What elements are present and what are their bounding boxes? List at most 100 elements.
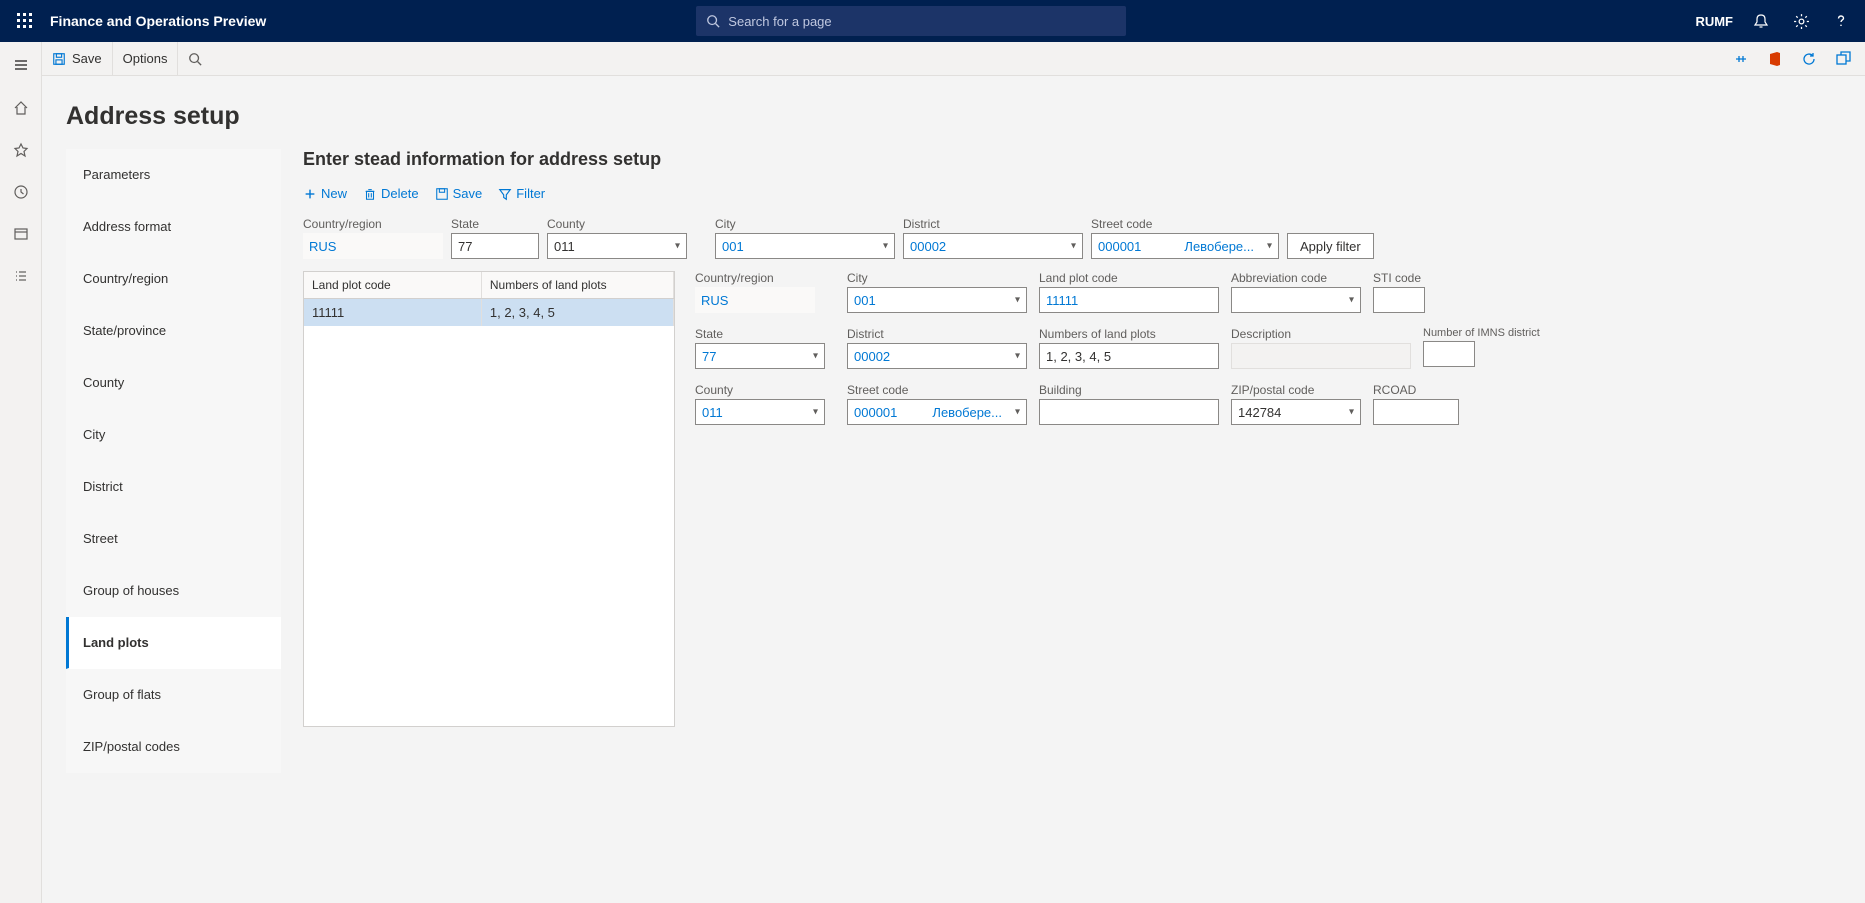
detail-streetcode-label: Street code bbox=[847, 383, 1027, 397]
filter-district-select[interactable]: ▾ bbox=[903, 233, 1083, 259]
delete-button[interactable]: Delete bbox=[363, 186, 419, 201]
detail-country-value: RUS bbox=[695, 287, 815, 313]
recent-icon[interactable] bbox=[0, 176, 42, 208]
detail-country-label: Country/region bbox=[695, 271, 835, 285]
filter-district-label: District bbox=[903, 217, 1083, 231]
detail-zip-select[interactable]: ▾ bbox=[1231, 399, 1361, 425]
filter-county-select[interactable]: ▾ bbox=[547, 233, 687, 259]
save-icon bbox=[52, 52, 66, 66]
office-icon[interactable] bbox=[1761, 45, 1789, 73]
options-button[interactable]: Options bbox=[113, 42, 179, 76]
land-plot-grid[interactable]: Land plot code Numbers of land plots 111… bbox=[303, 271, 675, 727]
detail-landplot-input[interactable] bbox=[1039, 287, 1219, 313]
detail-abbr-label: Abbreviation code bbox=[1231, 271, 1361, 285]
global-header: Finance and Operations Preview RUMF bbox=[0, 0, 1865, 42]
filter-city-select[interactable]: ▾ bbox=[715, 233, 895, 259]
vtab-street[interactable]: Street bbox=[66, 513, 281, 565]
new-button[interactable]: New bbox=[303, 186, 347, 201]
help-icon[interactable] bbox=[1821, 0, 1861, 42]
detail-desc-label: Description bbox=[1231, 327, 1411, 341]
page-title: Address setup bbox=[42, 76, 1865, 149]
filter-country-value: RUS bbox=[303, 233, 443, 259]
app-launcher-icon[interactable] bbox=[4, 0, 46, 42]
filter-streetcode-label: Street code bbox=[1091, 217, 1279, 231]
home-icon[interactable] bbox=[0, 92, 42, 124]
detail-numplots-label: Numbers of land plots bbox=[1039, 327, 1219, 341]
popout-icon[interactable] bbox=[1829, 45, 1857, 73]
chevron-down-icon: ▾ bbox=[1267, 241, 1272, 252]
settings-icon[interactable] bbox=[1781, 0, 1821, 42]
save-icon bbox=[435, 187, 449, 201]
global-search[interactable] bbox=[696, 6, 1126, 36]
detail-building-input[interactable] bbox=[1039, 399, 1219, 425]
filter-country-label: Country/region bbox=[303, 217, 443, 231]
filter-state-input[interactable] bbox=[451, 233, 539, 259]
attachments-icon[interactable] bbox=[1727, 45, 1755, 73]
save-label: Save bbox=[72, 51, 102, 66]
search-icon bbox=[188, 52, 202, 66]
vtab-state-province[interactable]: State/province bbox=[66, 305, 281, 357]
detail-abbr-select[interactable]: ▾ bbox=[1231, 287, 1361, 313]
detail-landplot-label: Land plot code bbox=[1039, 271, 1219, 285]
detail-county-label: County bbox=[695, 383, 835, 397]
filter-icon bbox=[498, 187, 512, 201]
filter-bar: Country/region RUS State County ▾ City ▾ bbox=[303, 217, 1845, 259]
detail-desc-input bbox=[1231, 343, 1411, 369]
detail-form: Country/region RUS City ▾ Land plot code bbox=[695, 271, 1845, 425]
detail-streetcode-select[interactable]: 000001 Левобере... ▾ bbox=[847, 399, 1027, 425]
vtab-city[interactable]: City bbox=[66, 409, 281, 461]
detail-district-label: District bbox=[847, 327, 1027, 341]
filter-state-label: State bbox=[451, 217, 539, 231]
detail-numplots-input[interactable] bbox=[1039, 343, 1219, 369]
notifications-icon[interactable] bbox=[1741, 0, 1781, 42]
detail-county-select[interactable]: ▾ bbox=[695, 399, 825, 425]
vtab-county[interactable]: County bbox=[66, 357, 281, 409]
vtab-group-of-houses[interactable]: Group of houses bbox=[66, 565, 281, 617]
vtab-address-format[interactable]: Address format bbox=[66, 201, 281, 253]
apply-filter-button[interactable]: Apply filter bbox=[1287, 233, 1374, 259]
content-save-button[interactable]: Save bbox=[435, 186, 483, 201]
vtab-country-region[interactable]: Country/region bbox=[66, 253, 281, 305]
grid-cell-plots[interactable]: 1, 2, 3, 4, 5 bbox=[481, 299, 673, 327]
refresh-icon[interactable] bbox=[1795, 45, 1823, 73]
vtab-group-of-flats[interactable]: Group of flats bbox=[66, 669, 281, 721]
user-label[interactable]: RUMF bbox=[1687, 14, 1741, 29]
favorites-icon[interactable] bbox=[0, 134, 42, 166]
content-column: Enter stead information for address setu… bbox=[293, 149, 1865, 727]
filter-city-label: City bbox=[715, 217, 895, 231]
options-label: Options bbox=[123, 51, 168, 66]
hamburger-icon[interactable] bbox=[0, 48, 42, 82]
grid-cell-code[interactable]: 11111 bbox=[304, 299, 481, 327]
filter-streetcode-select[interactable]: 000001 Левобере... ▾ bbox=[1091, 233, 1279, 259]
grid-col-plots[interactable]: Numbers of land plots bbox=[481, 272, 673, 299]
chevron-down-icon: ▾ bbox=[1015, 407, 1020, 418]
trash-icon bbox=[363, 187, 377, 201]
detail-imns-label: Number of IMNS district bbox=[1423, 327, 1540, 339]
detail-state-select[interactable]: ▾ bbox=[695, 343, 825, 369]
global-search-input[interactable] bbox=[728, 14, 1116, 29]
filter-county-label: County bbox=[547, 217, 687, 231]
grid-row[interactable]: 11111 1, 2, 3, 4, 5 bbox=[304, 299, 674, 327]
detail-city-select[interactable]: ▾ bbox=[847, 287, 1027, 313]
grid-col-code[interactable]: Land plot code bbox=[304, 272, 481, 299]
save-button[interactable]: Save bbox=[42, 42, 113, 76]
vtab-district[interactable]: District bbox=[66, 461, 281, 513]
vtab-land-plots[interactable]: Land plots bbox=[66, 617, 281, 669]
modules-icon[interactable] bbox=[0, 260, 42, 292]
detail-district-select[interactable]: ▾ bbox=[847, 343, 1027, 369]
detail-city-label: City bbox=[847, 271, 1027, 285]
nav-rail bbox=[0, 42, 42, 903]
page-search-button[interactable] bbox=[178, 42, 212, 76]
detail-rcoad-input[interactable] bbox=[1373, 399, 1459, 425]
detail-sti-label: STI code bbox=[1373, 271, 1425, 285]
detail-sti-input[interactable] bbox=[1373, 287, 1425, 313]
vtab-zip-postal-codes[interactable]: ZIP/postal codes bbox=[66, 721, 281, 773]
filter-button[interactable]: Filter bbox=[498, 186, 545, 201]
main-stage: Address setup Parameters Address format … bbox=[42, 76, 1865, 903]
vtab-parameters[interactable]: Parameters bbox=[66, 149, 281, 201]
content-actions: New Delete Save Filter bbox=[303, 186, 1845, 201]
brand-title: Finance and Operations Preview bbox=[50, 13, 266, 29]
detail-imns-input[interactable] bbox=[1423, 341, 1475, 367]
workspaces-icon[interactable] bbox=[0, 218, 42, 250]
detail-rcoad-label: RCOAD bbox=[1373, 383, 1459, 397]
